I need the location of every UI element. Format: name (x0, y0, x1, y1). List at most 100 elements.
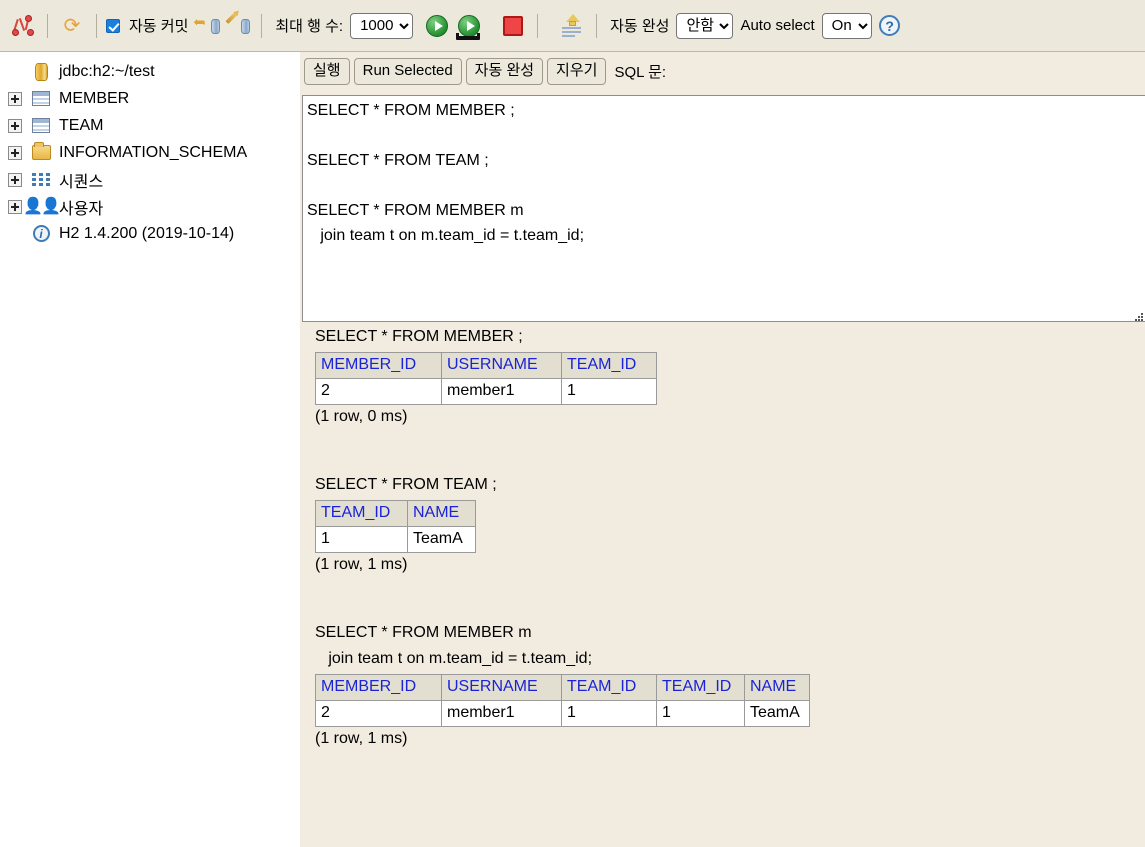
sidebar-item-label: 사용자 (59, 200, 104, 218)
help-icon[interactable]: ? (875, 11, 905, 41)
sql-statement-caption: SQL 문: (614, 63, 667, 81)
database-icon (30, 62, 52, 82)
rollback-pencil-glyph (225, 11, 238, 24)
sidebar-item-version: i H2 1.4.200 (2019-10-14) (0, 220, 300, 247)
sidebar-item-label: 시퀀스 (59, 173, 104, 191)
refresh-icon[interactable]: ⟳ (57, 11, 87, 41)
result-table: MEMBER_ID USERNAME TEAM_ID TEAM_ID NAME 2 memb… (315, 674, 810, 727)
sidebar-item-label: TEAM (59, 116, 104, 134)
table-icon (30, 89, 52, 109)
rollback-icon[interactable] (222, 11, 252, 41)
run-icon[interactable] (422, 11, 452, 41)
column-header[interactable]: TEAM_ID (656, 674, 745, 701)
commit-arrow-glyph: ➦ (193, 13, 206, 31)
auto-select-label: Auto select (740, 17, 815, 34)
resize-grip[interactable] (1132, 310, 1143, 321)
sidebar-item-team[interactable]: TEAM (0, 112, 300, 139)
result-query-text: SELECT * FROM TEAM ; (315, 476, 497, 493)
expand-icon[interactable] (8, 172, 22, 187)
info-icon: i (30, 224, 52, 244)
stop-square-glyph (503, 15, 524, 36)
sql-button-bar: 실행 Run Selected 자동 완성 지우기 SQL 문: (300, 52, 1145, 90)
run-selected-icon[interactable] (454, 11, 484, 41)
result-block: SELECT * FROM MEMBER ; MEMBER_ID USERNAME T… (315, 324, 1145, 426)
sidebar-item-information-schema[interactable]: INFORMATION_SCHEMA (0, 139, 300, 166)
column-header[interactable]: TEAM_ID (561, 352, 657, 379)
table-cell: 2 (315, 378, 442, 405)
stop-icon[interactable] (498, 11, 528, 41)
column-header[interactable]: MEMBER_ID (315, 674, 442, 701)
table-row[interactable]: 2 member1 1 1 TeamA (315, 700, 810, 727)
table-header-row: TEAM_ID NAME (315, 500, 476, 527)
result-status: (1 row, 0 ms) (315, 408, 408, 425)
expand-icon[interactable] (8, 91, 22, 106)
table-row[interactable]: 2 member1 1 (315, 378, 657, 405)
table-header-row: MEMBER_ID USERNAME TEAM_ID TEAM_ID NAME (315, 674, 810, 701)
table-cell: member1 (441, 700, 562, 727)
sidebar-item-label: jdbc:h2:~/test (59, 62, 155, 80)
autocomplete-label: 자동 완성 (610, 18, 670, 35)
result-table: MEMBER_ID USERNAME TEAM_ID 2 member1 1 (315, 352, 657, 405)
max-rows-select[interactable]: 1000 (350, 12, 414, 39)
sidebar-item-connection[interactable]: jdbc:h2:~/test (0, 58, 300, 85)
sql-main-panel: 실행 Run Selected 자동 완성 지우기 SQL 문: SELECT … (300, 52, 1145, 847)
autocommit-label: 자동 커밋 (129, 18, 189, 35)
folder-icon (30, 142, 52, 163)
result-status: (1 row, 1 ms) (315, 556, 408, 573)
table-row[interactable]: 1 TeamA (315, 526, 476, 553)
auto-select-select[interactable]: On (821, 12, 872, 39)
run-button[interactable]: 실행 (304, 58, 350, 85)
database-tree-sidebar: jdbc:h2:~/test MEMBER TEAM INFORMATION_S… (0, 52, 300, 847)
table-cell: member1 (441, 378, 562, 405)
sidebar-item-member[interactable]: MEMBER (0, 85, 300, 112)
column-header[interactable]: USERNAME (441, 352, 562, 379)
result-query-text: SELECT * FROM MEMBER ; (315, 328, 523, 345)
expander-placeholder (8, 65, 22, 79)
users-icon: 👤👤 (23, 197, 61, 215)
sidebar-item-label: H2 1.4.200 (2019-10-14) (59, 224, 235, 242)
table-cell: 1 (561, 700, 657, 727)
toolbar-separator (537, 13, 539, 38)
main-toolbar: ⟳ 자동 커밋 ➦ 최대 행 수: 1000 자동 완성 안함 Auto sel… (0, 0, 1145, 52)
expander-placeholder (8, 227, 22, 241)
disconnect-glyph (11, 14, 35, 38)
max-rows-label: 최대 행 수: (275, 18, 344, 35)
run-play-glyph (426, 14, 449, 37)
run-selected-button[interactable]: Run Selected (353, 58, 462, 85)
expand-icon[interactable] (8, 118, 22, 133)
clear-button[interactable]: 지우기 (547, 58, 607, 85)
autocommit-checkbox[interactable] (106, 18, 120, 33)
sql-input[interactable] (302, 95, 1145, 322)
column-header[interactable]: TEAM_ID (561, 674, 657, 701)
sidebar-item-label: MEMBER (59, 89, 130, 107)
table-icon (30, 116, 52, 136)
column-header[interactable]: USERNAME (441, 674, 562, 701)
run-selected-bar-glyph (456, 32, 481, 40)
expand-icon[interactable] (8, 199, 22, 214)
column-header[interactable]: MEMBER_ID (315, 352, 442, 379)
column-header[interactable]: TEAM_ID (315, 500, 408, 527)
table-header-row: MEMBER_ID USERNAME TEAM_ID (315, 352, 657, 379)
result-block: SELECT * FROM TEAM ; TEAM_ID NAME 1 TeamA (1 … (315, 472, 1145, 574)
refresh-glyph: ⟳ (63, 14, 81, 37)
autocomplete-select[interactable]: 안함 (676, 12, 734, 39)
toolbar-separator (596, 13, 598, 38)
commit-icon[interactable]: ➦ (192, 11, 222, 41)
commit-barrel-glyph (211, 18, 221, 34)
disconnect-icon[interactable] (8, 11, 38, 41)
result-block: SELECT * FROM MEMBER m join team t on m.… (315, 620, 1145, 748)
column-header[interactable]: NAME (407, 500, 476, 527)
help-question-glyph: ? (879, 15, 901, 36)
autocomplete-icon[interactable] (557, 11, 587, 41)
table-cell: TeamA (407, 526, 476, 553)
result-status: (1 row, 1 ms) (315, 730, 408, 747)
autocomplete-button[interactable]: 자동 완성 (465, 58, 544, 85)
expand-icon[interactable] (8, 145, 22, 160)
toolbar-separator (261, 13, 263, 38)
result-table: TEAM_ID NAME 1 TeamA (315, 500, 476, 553)
column-header[interactable]: NAME (744, 674, 810, 701)
sidebar-item-users[interactable]: 👤👤 사용자 (0, 193, 300, 220)
table-cell: 1 (315, 526, 408, 553)
table-cell: TeamA (744, 700, 810, 727)
sidebar-item-sequences[interactable]: 시퀀스 (0, 166, 300, 193)
